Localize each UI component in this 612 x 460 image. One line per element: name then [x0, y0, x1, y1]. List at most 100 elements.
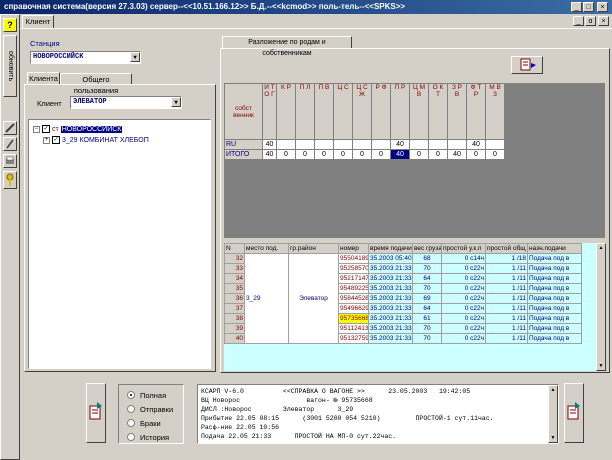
report-button[interactable] — [511, 56, 543, 74]
tree-item-station[interactable]: − ✓ ст НОВОРОССИЙСК — [33, 124, 123, 134]
chevron-down-icon[interactable]: ▼ — [171, 97, 181, 107]
matrix-cell[interactable]: 0 — [371, 149, 391, 160]
scroll-up-icon[interactable]: ▲ — [597, 244, 605, 252]
wagon-column-header[interactable]: N — [224, 243, 245, 254]
radio-dot-icon[interactable] — [127, 391, 135, 399]
matrix-cell[interactable]: 0 — [295, 149, 315, 160]
refresh-button[interactable]: обновить — [3, 35, 17, 97]
client-tree: − ✓ ст НОВОРОССИЙСК + ✓ 3_29 КОМБИНАТ ХЛ… — [28, 119, 211, 369]
matrix-cell[interactable] — [371, 139, 391, 150]
wagon-number: 95217147 — [338, 273, 369, 284]
wagon-idle-ukp: 0 с22ч — [441, 323, 486, 334]
matrix-column-header: Ц С — [333, 83, 353, 140]
matrix-cell[interactable]: 0 — [352, 149, 372, 160]
matrix-column-header: З Р В — [447, 83, 467, 140]
wagon-arrival-time: 35.2003 21:33 — [368, 273, 413, 284]
wagon-column-header[interactable]: номер — [338, 243, 369, 254]
table-row[interactable]: 32 3_29 Элеватор 95504189 35.2003 05:40 68 0 с… — [224, 253, 582, 344]
matrix-cell[interactable]: 40 — [390, 149, 410, 160]
tab-client-own[interactable]: Клиента — [27, 72, 60, 84]
expand-icon[interactable]: + — [43, 136, 50, 144]
matrix-cell[interactable] — [447, 139, 467, 150]
checkbox-checked-icon[interactable]: ✓ — [42, 125, 50, 133]
radio-label: Полная — [140, 390, 167, 400]
tab-client[interactable]: Клиент — [22, 15, 54, 28]
wagon-destination: Подача под в — [527, 333, 582, 344]
tree-item-client[interactable]: + ✓ 3_29 КОМБИНАТ ХЛЕБОП — [43, 135, 149, 145]
wagon-index: 34 — [224, 273, 245, 284]
report-line: Подача 22.05 21:33 ПРОСТОЙ НА МП-0 сут.2… — [201, 433, 397, 440]
wagon-destination: Подача под в — [527, 263, 582, 274]
scroll-down-icon[interactable]: ▼ — [597, 362, 605, 370]
matrix-cell[interactable]: 0 — [276, 149, 296, 160]
wagon-weight: 61 — [412, 313, 442, 324]
close-button[interactable]: × — [597, 2, 608, 12]
printer-icon — [6, 156, 14, 164]
key-button[interactable] — [3, 171, 17, 189]
radio-dot-icon[interactable] — [127, 433, 135, 441]
matrix-row-label: ИТОГО — [224, 149, 263, 160]
minimize-button[interactable]: _ — [571, 2, 582, 12]
matrix-cell[interactable] — [428, 139, 448, 150]
scroll-up-icon[interactable]: ▲ — [549, 386, 557, 394]
matrix-column-header: О К Т — [428, 83, 448, 140]
wagon-idle-ukp: 0 с22ч — [441, 293, 486, 304]
matrix-cell[interactable]: 0 — [485, 149, 505, 160]
matrix-cell[interactable] — [295, 139, 315, 150]
inner-close-button[interactable]: × — [598, 16, 609, 26]
pencil-icon — [5, 123, 15, 133]
matrix-cell[interactable]: 0 — [333, 149, 353, 160]
wagon-number: 95735668 — [338, 313, 369, 324]
report-line: Раcф-ние 22.05 10:56 — [201, 424, 280, 431]
matrix-cell[interactable]: 0 — [466, 149, 486, 160]
wagon-column-header[interactable]: простой у.к.п — [441, 243, 486, 254]
matrix-cell[interactable]: 40 — [262, 139, 277, 150]
wagon-column-header[interactable]: гр.район — [288, 243, 339, 254]
radio-dot-icon[interactable] — [127, 419, 135, 427]
right-export-button[interactable] — [564, 383, 584, 443]
chevron-down-icon[interactable]: ▼ — [130, 52, 140, 62]
matrix-cell[interactable] — [333, 139, 353, 150]
matrix-cell[interactable] — [485, 139, 505, 150]
maximize-button[interactable]: □ — [583, 2, 594, 12]
matrix-cell[interactable]: 40 — [390, 139, 410, 150]
print-button[interactable] — [3, 154, 17, 168]
matrix-cell[interactable]: 40 — [447, 149, 467, 160]
wagon-column-header[interactable]: простой общ — [485, 243, 528, 254]
matrix-cell[interactable] — [276, 139, 296, 150]
matrix-cell[interactable]: 40 — [466, 139, 486, 150]
wagon-weight: 69 — [412, 293, 442, 304]
inner-minimize-button[interactable]: _ — [573, 16, 584, 26]
wagon-column-header[interactable]: место под. — [244, 243, 289, 254]
tool-button[interactable] — [3, 137, 17, 151]
wagon-index: 36 — [224, 293, 245, 304]
radio-option[interactable]: Браки — [127, 416, 173, 430]
radio-dot-icon[interactable] — [127, 405, 135, 413]
help-button[interactable]: ? — [3, 18, 17, 32]
scroll-down-icon[interactable]: ▼ — [549, 434, 557, 442]
checkbox-checked-icon[interactable]: ✓ — [52, 136, 60, 144]
client-select[interactable]: ЭЛЕВАТОР ▼ — [70, 96, 182, 109]
matrix-cell[interactable] — [352, 139, 372, 150]
radio-option[interactable]: Полная — [127, 388, 173, 402]
matrix-cell[interactable]: 0 — [428, 149, 448, 160]
matrix-cell[interactable]: 0 — [409, 149, 429, 160]
wagon-arrival-time: 35.2003 21:33 — [368, 313, 413, 324]
wagon-column-header[interactable]: назн.подачи — [527, 243, 582, 254]
radio-option[interactable]: История — [127, 430, 173, 444]
wagon-column-header[interactable]: время подачи — [368, 243, 413, 254]
wagon-scrollbar[interactable]: ▲ ▼ — [596, 243, 606, 371]
inner-restore-button[interactable]: ɑ — [585, 16, 596, 26]
report-scrollbar[interactable]: ▲ ▼ — [548, 385, 558, 443]
matrix-cell[interactable]: 0 — [314, 149, 334, 160]
wagon-column-header[interactable]: вес груза — [412, 243, 442, 254]
matrix-cell[interactable] — [314, 139, 334, 150]
collapse-icon[interactable]: − — [33, 125, 40, 133]
matrix-cell[interactable] — [409, 139, 429, 150]
matrix-cell[interactable]: 40 — [262, 149, 277, 160]
radio-option[interactable]: Отправки — [127, 402, 173, 416]
station-select[interactable]: НОВОРОССИЙСК ▼ — [30, 51, 141, 64]
wagon-destination: Подача под в — [527, 293, 582, 304]
edit-button[interactable] — [3, 121, 17, 135]
left-export-button[interactable] — [86, 383, 106, 443]
